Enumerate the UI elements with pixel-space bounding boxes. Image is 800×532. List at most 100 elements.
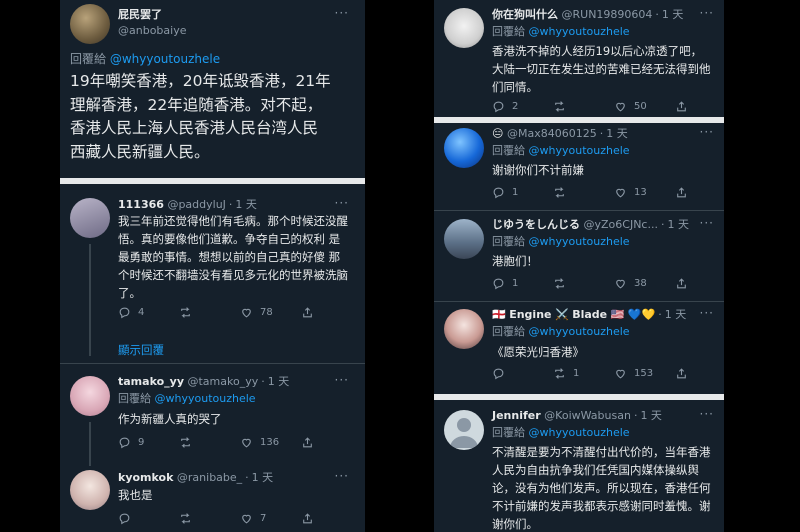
more-options-icon[interactable]: ··· bbox=[335, 373, 349, 387]
reply-button[interactable]: 1 bbox=[492, 277, 553, 290]
reply-to-link[interactable]: @whyyoutouzhele bbox=[110, 52, 220, 66]
avatar[interactable] bbox=[444, 8, 484, 48]
timestamp[interactable]: 1 天 bbox=[606, 127, 628, 140]
reply-button[interactable]: 1 bbox=[492, 186, 553, 199]
display-name-2[interactable]: Blade bbox=[572, 308, 607, 321]
display-name[interactable]: 你在狗叫什么 bbox=[492, 8, 558, 21]
heart-icon bbox=[242, 438, 251, 448]
avatar[interactable] bbox=[70, 4, 110, 44]
display-name[interactable]: tamako_yy bbox=[118, 375, 184, 388]
more-options-icon[interactable]: ··· bbox=[335, 6, 349, 20]
more-options-icon[interactable]: ··· bbox=[700, 216, 714, 230]
action-bar: 1 153 bbox=[492, 367, 724, 380]
retweet-icon bbox=[181, 307, 190, 318]
handle[interactable]: @paddyluJ bbox=[167, 198, 225, 211]
display-name[interactable]: じゆうをしんじる bbox=[492, 218, 580, 231]
handle[interactable]: @anbobaiye bbox=[118, 24, 186, 38]
retweet-button[interactable] bbox=[553, 277, 614, 290]
reply-button[interactable]: 2 bbox=[492, 100, 553, 113]
handle[interactable]: @tamako_yy bbox=[187, 375, 258, 388]
action-bar: 9 136 bbox=[118, 436, 362, 449]
timestamp[interactable]: 1 天 bbox=[640, 409, 662, 422]
reply-to-link[interactable]: @whyyoutouzhele bbox=[529, 25, 630, 38]
reply-to-link[interactable]: @whyyoutouzhele bbox=[529, 426, 630, 439]
avatar[interactable] bbox=[444, 410, 484, 450]
retweet-button[interactable] bbox=[179, 306, 240, 319]
show-replies-link[interactable]: 顯示回覆 bbox=[118, 343, 164, 357]
avatar[interactable] bbox=[444, 128, 484, 168]
reply-to-link[interactable]: @whyyoutouzhele bbox=[529, 235, 630, 248]
heart-icon bbox=[616, 369, 625, 379]
avatar[interactable] bbox=[444, 219, 484, 259]
separator bbox=[60, 363, 365, 364]
share-button[interactable] bbox=[675, 277, 724, 290]
avatar[interactable] bbox=[444, 309, 484, 349]
retweet-button[interactable]: 1 bbox=[553, 367, 614, 380]
more-options-icon[interactable]: ··· bbox=[335, 469, 349, 483]
handle[interactable]: @KoiwWabusan bbox=[544, 409, 631, 422]
display-name[interactable]: Jennifer bbox=[492, 409, 541, 422]
timestamp[interactable]: 1 天 bbox=[252, 471, 274, 484]
more-options-icon[interactable]: ··· bbox=[700, 407, 714, 421]
reply-to-link[interactable]: @whyyoutouzhele bbox=[529, 325, 630, 338]
reply-button[interactable]: 4 bbox=[118, 306, 179, 319]
action-bar: 1 38 bbox=[492, 277, 724, 290]
like-button[interactable]: 13 bbox=[614, 186, 675, 199]
like-count: 13 bbox=[634, 187, 647, 198]
us-flag-icon: 🇺🇸 bbox=[610, 308, 625, 321]
like-count: 7 bbox=[260, 513, 267, 524]
more-options-icon[interactable]: ··· bbox=[335, 196, 349, 210]
share-button[interactable] bbox=[675, 100, 724, 113]
handle[interactable]: @RUN19890604 bbox=[562, 8, 653, 21]
share-button[interactable] bbox=[675, 367, 724, 380]
reply-to-link[interactable]: @whyyoutouzhele bbox=[155, 392, 256, 405]
handle[interactable]: @ranibabe_ bbox=[177, 471, 242, 484]
retweet-button[interactable] bbox=[179, 436, 240, 449]
reply-to-link[interactable]: @whyyoutouzhele bbox=[529, 144, 630, 157]
like-count: 38 bbox=[634, 278, 647, 289]
retweet-button[interactable] bbox=[553, 186, 614, 199]
timestamp[interactable]: 1 天 bbox=[667, 218, 689, 231]
more-options-icon[interactable]: ··· bbox=[700, 306, 714, 320]
share-button[interactable] bbox=[301, 436, 362, 449]
like-button[interactable]: 78 bbox=[240, 306, 301, 319]
right-screenshot-panel: 你在狗叫什么 @RUN19890604 · 1 天 ··· 回覆給 @whyyout… bbox=[434, 0, 724, 532]
like-button[interactable]: 50 bbox=[614, 100, 675, 113]
more-options-icon[interactable]: ··· bbox=[700, 125, 714, 139]
timestamp[interactable]: 1 天 bbox=[235, 198, 257, 211]
reply-button[interactable] bbox=[118, 512, 179, 525]
reply-prefix: 回覆給 bbox=[492, 426, 525, 439]
reply-button[interactable] bbox=[492, 367, 553, 380]
handle[interactable]: @yZo6CJNc... bbox=[584, 218, 658, 231]
display-name[interactable]: Engine bbox=[509, 308, 551, 321]
like-button[interactable]: 38 bbox=[614, 277, 675, 290]
like-count: 136 bbox=[260, 437, 280, 448]
avatar[interactable] bbox=[70, 376, 110, 416]
more-options-icon[interactable]: ··· bbox=[700, 6, 714, 20]
share-button[interactable] bbox=[675, 186, 724, 199]
retweet-button[interactable] bbox=[553, 100, 614, 113]
screenshot-divider bbox=[60, 178, 365, 184]
display-name[interactable]: kyomkok bbox=[118, 471, 173, 484]
share-icon bbox=[303, 513, 312, 524]
action-bar: 1 13 bbox=[492, 186, 724, 199]
reply-button[interactable]: 9 bbox=[118, 436, 179, 449]
reply-count: 1 bbox=[512, 187, 519, 198]
heart-icon bbox=[616, 188, 625, 198]
share-button[interactable] bbox=[301, 306, 362, 319]
timestamp[interactable]: 1 天 bbox=[662, 8, 684, 21]
avatar[interactable] bbox=[70, 470, 110, 510]
timestamp[interactable]: 1 天 bbox=[268, 375, 290, 388]
display-name[interactable]: 111366 bbox=[118, 198, 164, 211]
like-count: 78 bbox=[260, 307, 273, 318]
display-name[interactable]: 屁民罢了 bbox=[118, 8, 162, 21]
like-button[interactable]: 136 bbox=[240, 436, 301, 449]
avatar[interactable] bbox=[70, 198, 110, 238]
timestamp[interactable]: 1 天 bbox=[665, 308, 687, 321]
like-button[interactable]: 7 bbox=[240, 512, 301, 525]
retweet-button[interactable] bbox=[179, 512, 240, 525]
display-name[interactable]: @Max84060125 bbox=[507, 127, 597, 140]
thread-line bbox=[89, 422, 91, 466]
like-button[interactable]: 153 bbox=[614, 367, 675, 380]
share-button[interactable] bbox=[301, 512, 362, 525]
